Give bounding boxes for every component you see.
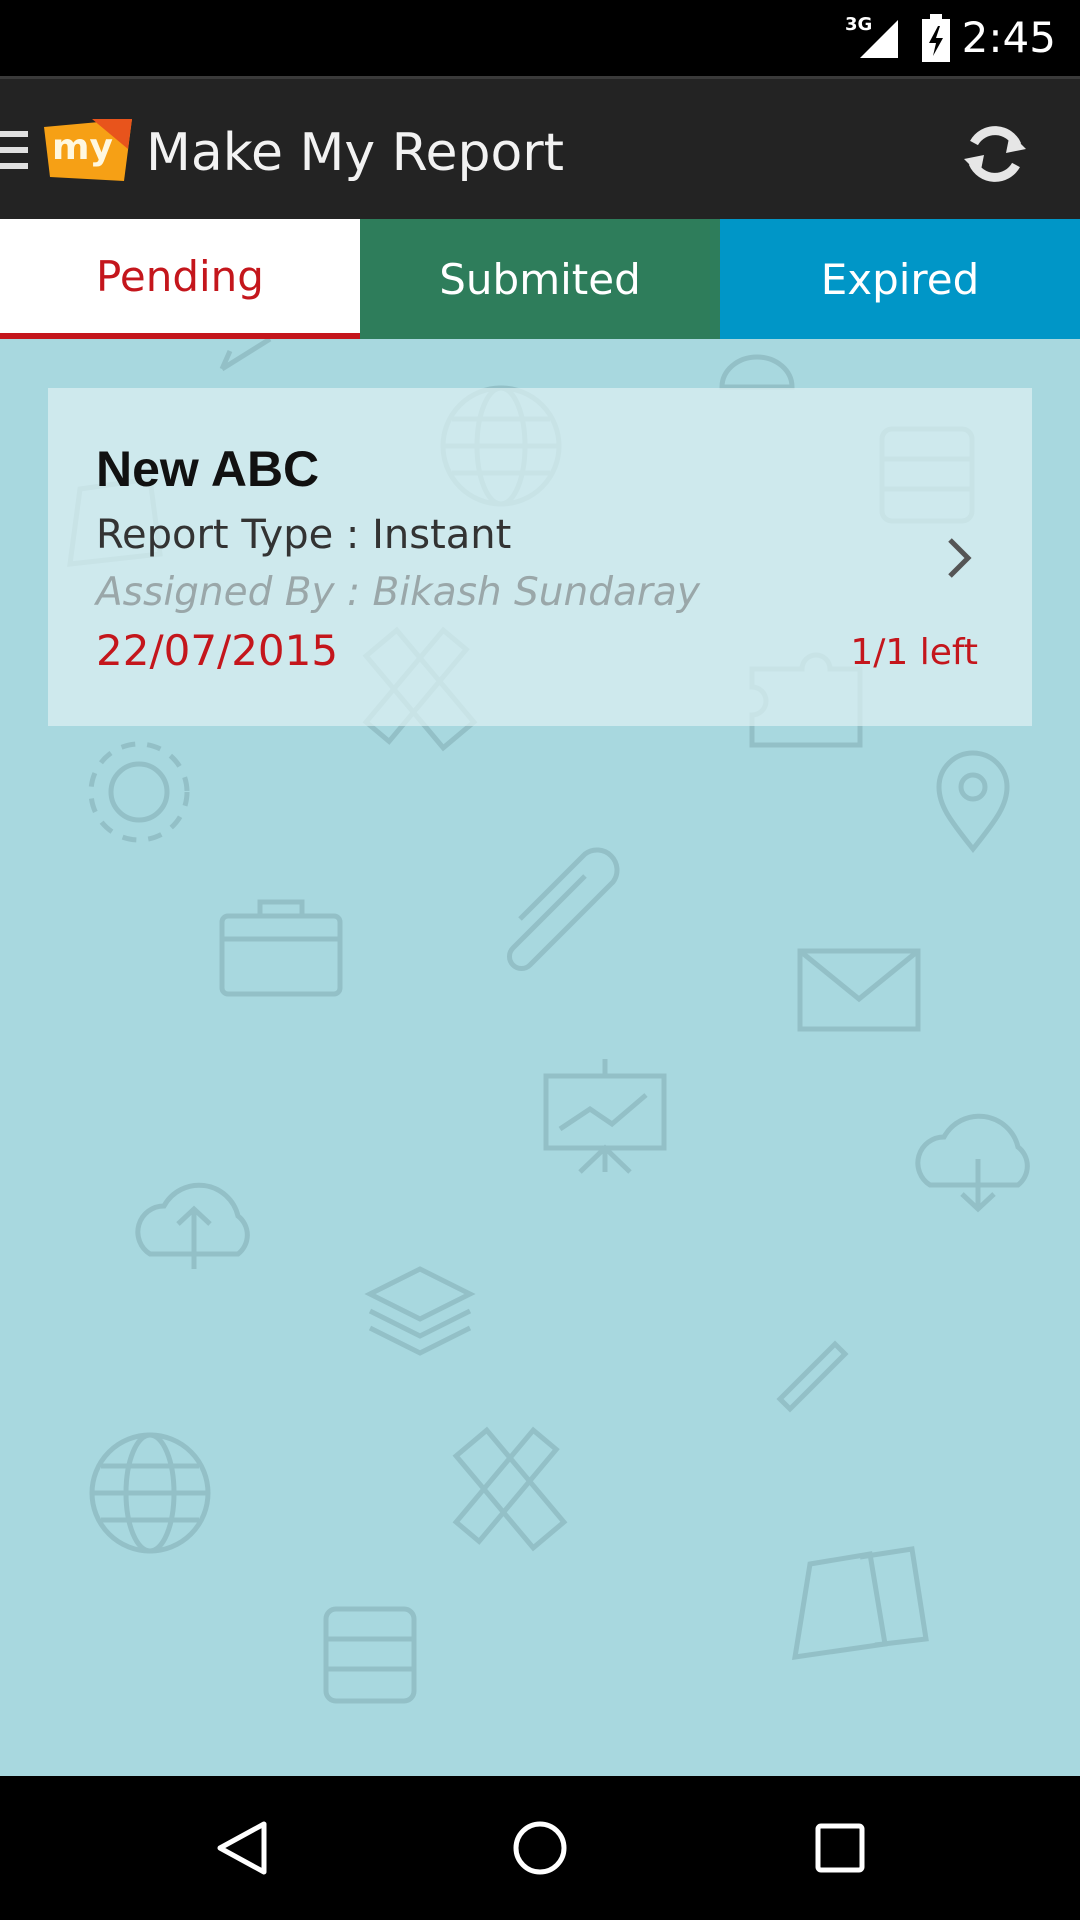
refresh-button[interactable] [950,109,1040,199]
report-list: New ABC Report Type : Instant Assigned B… [0,339,1080,1776]
report-date: 22/07/2015 [96,626,339,675]
logo-text: my [52,127,113,168]
recents-icon [815,1823,865,1873]
home-icon [513,1821,567,1875]
back-icon [217,1821,267,1875]
app-bar: my Make My Report [0,76,1080,219]
tab-expired[interactable]: Expired [720,219,1080,339]
report-type: Report Type : Instant [96,512,512,558]
menu-icon[interactable] [0,129,30,173]
app-title: Make My Report [146,123,565,183]
report-tabs: Pending Submited Expired [0,219,1080,339]
battery-icon [922,14,950,62]
tab-submitted[interactable]: Submited [360,219,720,339]
status-bar: 3G 2:45 [0,0,1080,76]
report-title: New ABC [96,441,320,497]
system-nav-bar [0,1776,1080,1920]
report-card[interactable]: New ABC Report Type : Instant Assigned B… [48,388,1032,726]
recents-button[interactable] [760,1776,920,1920]
back-button[interactable] [162,1776,322,1920]
gear-icon [108,761,170,823]
app-logo: my [44,119,132,181]
refresh-icon [964,126,1026,182]
home-button[interactable] [460,1776,620,1920]
report-assigned-by: Assigned By : Bikash Sundaray [96,570,700,615]
report-remaining: 1/1 left [850,632,978,673]
tab-pending[interactable]: Pending [0,219,360,339]
signal-icon [860,20,898,58]
status-time: 2:45 [961,13,1056,62]
chevron-right-icon [948,538,972,578]
